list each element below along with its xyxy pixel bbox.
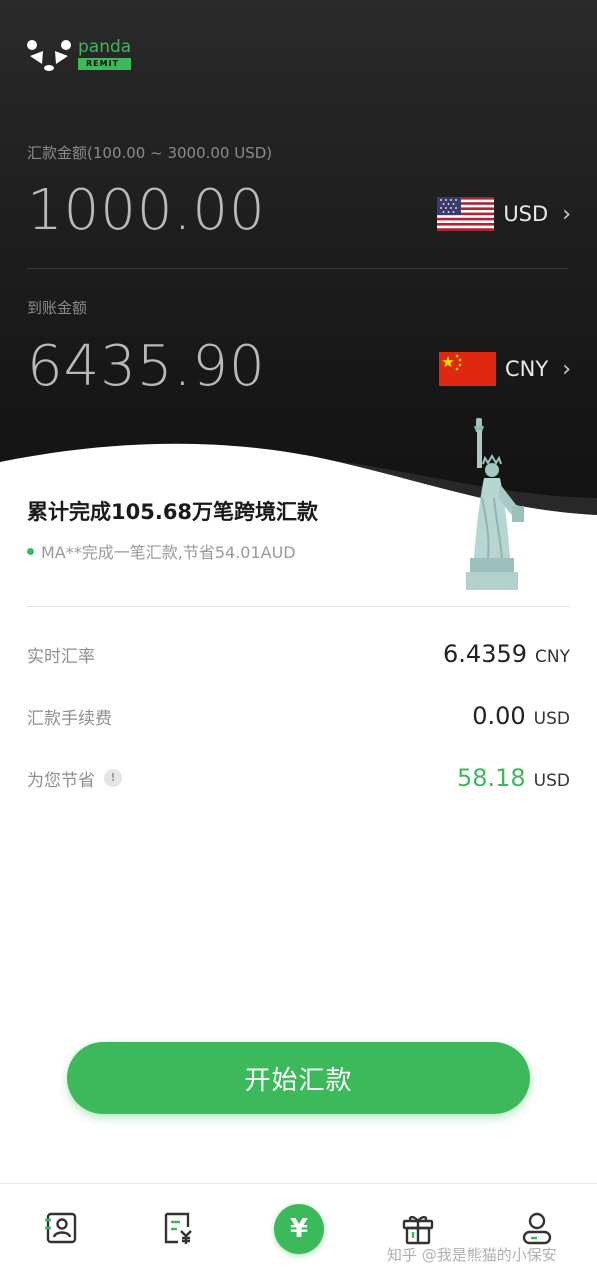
bottom-tab-bar: ¥ <box>0 1183 597 1280</box>
tab-gifts[interactable] <box>400 1210 436 1246</box>
watermark-text: 知乎 @我是熊猫的小保安 <box>387 1246 557 1264</box>
statue-of-liberty-image <box>466 418 524 590</box>
savings-label-group: 为您节省 ! <box>27 766 122 791</box>
exchange-rate-unit: CNY <box>535 647 570 667</box>
tab-remit[interactable]: ¥ <box>274 1204 324 1254</box>
exchange-rate-label: 实时汇率 <box>27 646 95 667</box>
live-dot-icon <box>27 547 34 555</box>
send-amount-label: 汇款金额(100.00 ~ 3000.00 USD) <box>27 144 273 162</box>
live-ticker-text: MA**完成一笔汇款,节省54.01AUD <box>41 543 296 562</box>
live-ticker: MA**完成一笔汇款,节省54.01AUD <box>27 539 296 563</box>
send-currency-selector[interactable]: USD › <box>437 197 571 231</box>
exchange-rate-row: 实时汇率 6.4359 CNY <box>27 640 570 668</box>
receive-amount-value[interactable]: 6435.90 <box>27 334 266 399</box>
brand-badge: REMIT <box>78 58 132 70</box>
chevron-right-icon: › <box>562 201 571 227</box>
bill-icon <box>164 1212 192 1244</box>
savings-label: 为您节省 <box>27 770 95 791</box>
savings-value: 58.18 <box>456 764 526 792</box>
amount-divider <box>27 268 568 269</box>
total-transfers-headline: 累计完成105.68万笔跨境汇款 <box>27 500 319 524</box>
fee-value-group: 0.00 USD <box>472 702 570 730</box>
info-icon[interactable]: ! <box>104 769 122 787</box>
remit-icon: ¥ <box>289 1214 309 1244</box>
china-flag-icon <box>438 352 496 386</box>
savings-row: 为您节省 ! 58.18 USD <box>27 764 570 792</box>
exchange-rate-value: 6.4359 <box>443 640 528 668</box>
fee-label: 汇款手续费 <box>27 708 112 729</box>
chevron-right-icon: › <box>562 356 571 382</box>
receive-amount-label: 到账金额 <box>27 299 88 317</box>
savings-value-group: 58.18 USD <box>457 764 570 792</box>
start-transfer-button[interactable]: 开始汇款 <box>67 1042 530 1114</box>
brand-logo: panda REMIT <box>26 37 132 74</box>
fee-row: 汇款手续费 0.00 USD <box>27 702 570 730</box>
fee-unit: USD <box>533 709 570 729</box>
receive-currency-code: CNY <box>504 357 549 381</box>
section-divider <box>27 606 570 607</box>
brand-name: panda <box>78 37 132 57</box>
tab-bills[interactable] <box>160 1210 196 1246</box>
profile-icon <box>522 1212 552 1245</box>
send-currency-code: USD <box>503 202 549 226</box>
gift-icon <box>402 1215 434 1245</box>
contacts-icon <box>45 1212 77 1244</box>
tab-contacts[interactable] <box>43 1210 79 1246</box>
tab-profile[interactable] <box>519 1210 555 1246</box>
panda-logo-icon <box>26 38 72 74</box>
fee-value: 0.00 <box>472 702 526 730</box>
us-flag-icon <box>437 197 495 231</box>
send-amount-input[interactable]: 1000.00 <box>27 178 266 243</box>
savings-unit: USD <box>533 771 570 791</box>
exchange-rate-value-group: 6.4359 CNY <box>443 640 570 668</box>
receive-currency-selector[interactable]: CNY › <box>438 352 571 386</box>
